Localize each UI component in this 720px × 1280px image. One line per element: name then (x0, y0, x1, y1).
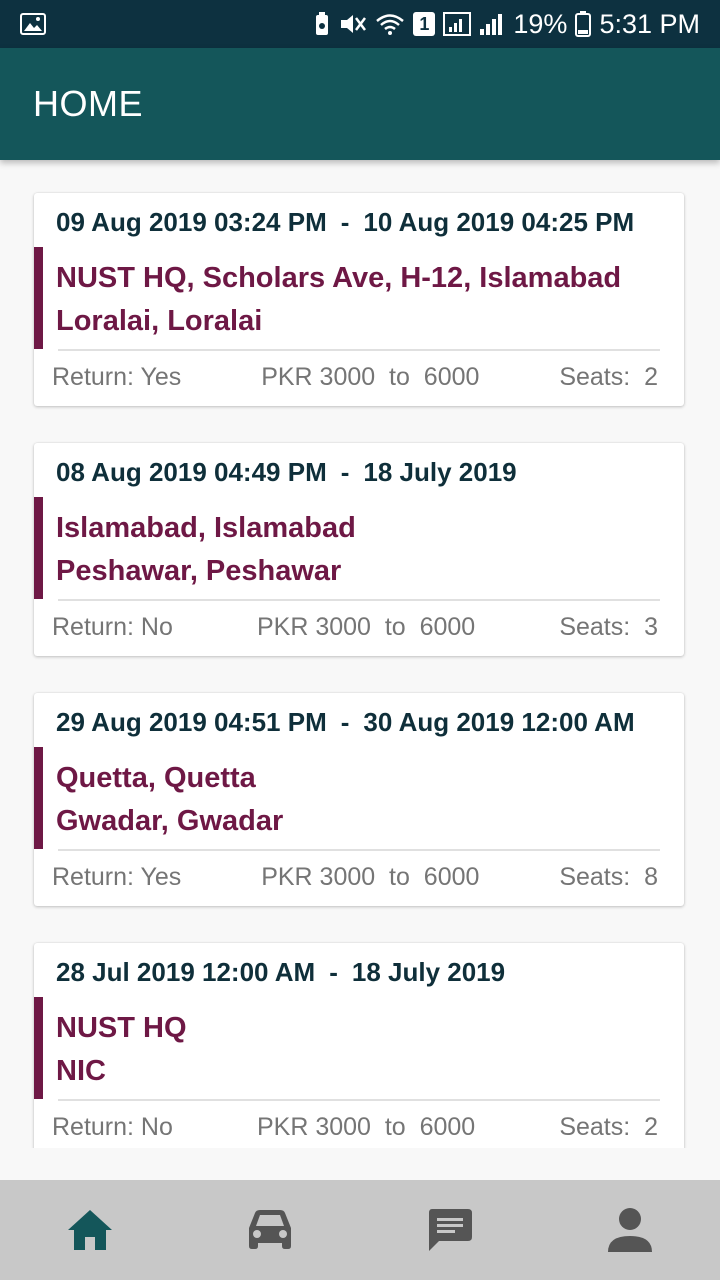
route-to: Loralai, Loralai (56, 305, 263, 337)
home-icon (68, 1210, 112, 1250)
nav-home[interactable] (0, 1180, 180, 1280)
bottom-nav (0, 1180, 720, 1280)
clock: 5:31 PM (599, 8, 700, 39)
nav-profile[interactable] (540, 1180, 720, 1280)
ride-meta: Return: No PKR 3000 to 6000 Seats: 3 (52, 613, 658, 642)
ride-dates: 29 Aug 2019 04:51 PM -30 Aug 2019 12:00 A… (56, 707, 656, 738)
battery-icon (575, 11, 592, 37)
route-accent-bar (34, 997, 43, 1099)
start-date: 08 Aug 2019 04:49 PM (56, 457, 327, 487)
return-status: Return: No (52, 613, 173, 641)
wifi-icon (375, 12, 405, 36)
route: Quetta, Quetta Gwadar, Gwadar (56, 757, 283, 843)
divider (58, 349, 660, 351)
ride-card[interactable]: 09 Aug 2019 03:24 PM -10 Aug 2019 04:25 P… (34, 193, 684, 406)
seats-count: Seats: 2 (559, 1113, 658, 1141)
route-from: Quetta, Quetta (56, 762, 256, 794)
end-date: 30 Aug 2019 12:00 AM (363, 707, 635, 737)
ride-meta: Return: Yes PKR 3000 to 6000 Seats: 8 (52, 863, 658, 892)
nav-rides[interactable] (180, 1180, 360, 1280)
return-status: Return: No (52, 1113, 173, 1141)
start-date: 09 Aug 2019 03:24 PM (56, 207, 327, 237)
ride-dates: 28 Jul 2019 12:00 AM -18 July 2019 (56, 957, 656, 988)
seats-count: Seats: 8 (559, 863, 658, 891)
chat-icon (429, 1209, 472, 1251)
seats-count: Seats: 3 (559, 613, 658, 641)
signal-strength-icon (479, 12, 505, 36)
car-icon (249, 1210, 291, 1249)
ride-card[interactable]: 28 Jul 2019 12:00 AM -18 July 2019 NUST H… (34, 943, 684, 1148)
divider (58, 1099, 660, 1101)
divider (58, 599, 660, 601)
ride-dates: 08 Aug 2019 04:49 PM -18 July 2019 (56, 457, 656, 488)
price-range: PKR 3000 to 6000 (261, 363, 480, 391)
date-separator: - (340, 457, 350, 487)
sim-slot-icon: 1 (413, 12, 436, 36)
route: NUST HQ, Scholars Ave, H-12, Islamabad L… (56, 257, 621, 343)
ride-meta: Return: No PKR 3000 to 6000 Seats: 2 (52, 1113, 658, 1142)
route-to: NIC (56, 1055, 106, 1087)
route-to: Peshawar, Peshawar (56, 555, 342, 587)
app-bar: HOME (0, 48, 720, 160)
gallery-notification-icon (20, 13, 46, 35)
signal-icon (443, 12, 472, 36)
mute-icon (339, 12, 367, 36)
person-icon (608, 1208, 652, 1252)
end-date: 18 July 2019 (351, 957, 506, 987)
page-title: HOME (33, 83, 143, 124)
ride-meta: Return: Yes PKR 3000 to 6000 Seats: 2 (52, 363, 658, 392)
seats-count: Seats: 2 (559, 363, 658, 391)
price-range: PKR 3000 to 6000 (257, 613, 476, 641)
ride-card[interactable]: 29 Aug 2019 04:51 PM -30 Aug 2019 12:00 A… (34, 693, 684, 906)
start-date: 28 Jul 2019 12:00 AM (56, 957, 316, 987)
return-status: Return: Yes (52, 363, 182, 391)
route-accent-bar (34, 497, 43, 599)
end-date: 10 Aug 2019 04:25 PM (363, 207, 635, 237)
date-separator: - (329, 957, 338, 987)
date-separator: - (340, 707, 350, 737)
nav-messages[interactable] (360, 1180, 540, 1280)
route: NUST HQ NIC (56, 1007, 187, 1093)
ride-list[interactable]: 09 Aug 2019 03:24 PM -10 Aug 2019 04:25 P… (0, 160, 720, 1148)
route-accent-bar (34, 247, 43, 349)
start-date: 29 Aug 2019 04:51 PM (56, 707, 327, 737)
divider (58, 849, 660, 851)
ride-card[interactable]: 08 Aug 2019 04:49 PM -18 July 2019 Islama… (34, 443, 684, 656)
route-to: Gwadar, Gwadar (56, 805, 284, 837)
route-accent-bar (34, 747, 43, 849)
return-status: Return: Yes (52, 863, 182, 891)
battery-percent: 19% (513, 8, 568, 39)
date-separator: - (340, 207, 350, 237)
route: Islamabad, Islamabad Peshawar, Peshawar (56, 507, 356, 593)
price-range: PKR 3000 to 6000 (261, 863, 480, 891)
end-date: 18 July 2019 (363, 457, 517, 487)
status-bar: 1 19% 5:31 PM (0, 0, 720, 48)
battery-saver-icon (313, 12, 331, 36)
route-from: Islamabad, Islamabad (56, 512, 356, 544)
route-from: NUST HQ (56, 1012, 187, 1044)
ride-dates: 09 Aug 2019 03:24 PM -10 Aug 2019 04:25 P… (56, 207, 656, 238)
price-range: PKR 3000 to 6000 (257, 1113, 476, 1141)
route-from: NUST HQ, Scholars Ave, H-12, Islamabad (56, 262, 622, 294)
